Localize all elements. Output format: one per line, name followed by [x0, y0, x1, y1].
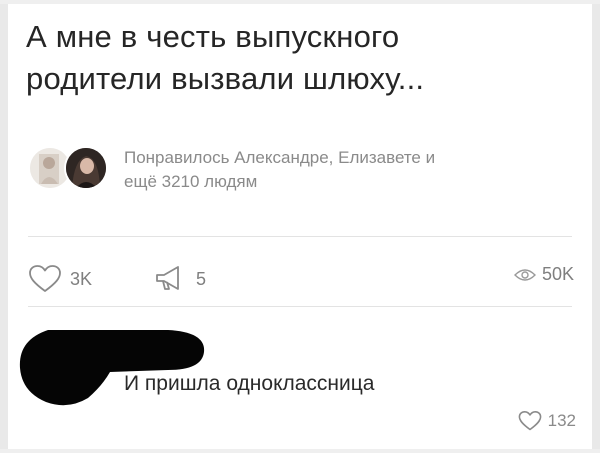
likers-line: Понравилось Александре, Елизавете и [124, 148, 436, 167]
comment-text: И пришла одноклассница [124, 372, 375, 395]
likers-block[interactable]: Понравилось Александре, Елизавете и ещё … [30, 146, 570, 196]
post-text-line: А мне в честь выпускного [26, 19, 400, 54]
comment-like-count: 132 [547, 411, 576, 430]
comment: И пришла одноклассница 132 [0, 306, 600, 453]
avatar[interactable] [30, 148, 70, 188]
like-button[interactable]: 3K [28, 264, 92, 294]
divider [28, 236, 572, 237]
megaphone-icon [156, 266, 179, 290]
avatar-photo [30, 148, 70, 188]
views-counter: 50K [513, 264, 574, 285]
heart-icon [518, 411, 541, 431]
repost-count: 5 [196, 268, 207, 289]
repost-button[interactable]: 5 [154, 264, 206, 294]
post-text: А мне в честь выпускного родители вызвал… [26, 16, 566, 100]
comment-like-button[interactable]: 132 [518, 410, 576, 432]
heart-icon [29, 265, 61, 292]
likers-line: ещё 3210 людям [124, 172, 258, 191]
views-count: 50K [541, 264, 574, 284]
likers-text[interactable]: Понравилось Александре, Елизавете и ещё … [124, 146, 435, 194]
avatar[interactable] [66, 148, 106, 188]
frame-edge [0, 0, 600, 4]
avatar-photo [66, 148, 106, 188]
post-card: А мне в честь выпускного родители вызвал… [0, 0, 600, 453]
like-count: 3K [70, 268, 93, 289]
eye-icon [513, 268, 536, 281]
post-actions: 3K 5 50K [24, 260, 576, 300]
post-text-line: родители вызвали шлюху... [26, 61, 425, 96]
